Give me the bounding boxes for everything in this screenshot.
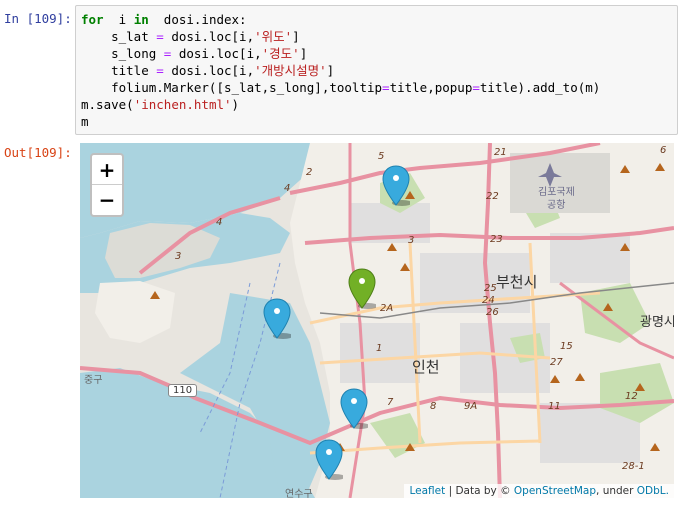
code-line: s_long = dosi.loc[i,'경도'] — [81, 46, 308, 61]
code-line: s_lat = dosi.loc[i,'위도'] — [81, 29, 300, 44]
road-number: 12 — [625, 391, 638, 402]
road-number: 21 — [494, 147, 507, 158]
code-line: m — [81, 114, 89, 129]
label-gwangmyeong: 광명시 — [640, 315, 674, 330]
code-line: m.save('inchen.html') — [81, 97, 240, 112]
attribution-sep1: | Data by © — [445, 485, 514, 497]
marker-pin-icon — [348, 268, 378, 309]
road-number: 2A — [380, 303, 394, 314]
road-number: 26 — [486, 307, 499, 318]
code-line: for i in dosi.index: — [81, 12, 247, 27]
zoom-control: + − — [90, 153, 124, 217]
label-junggu: 중구 — [84, 375, 103, 386]
road-number: 22 — [486, 191, 499, 202]
map-marker[interactable] — [340, 388, 370, 430]
road-number: 4 — [284, 183, 291, 194]
road-number: 25 — [484, 283, 497, 294]
odbl-link[interactable]: ODbL. — [637, 485, 669, 497]
road-number: 6 — [660, 145, 667, 156]
map-marker[interactable] — [263, 298, 293, 340]
leaflet-link[interactable]: Leaflet — [409, 485, 445, 497]
road-number: 3 — [175, 251, 182, 262]
map-attribution: Leaflet | Data by © OpenStreetMap, under… — [404, 484, 674, 498]
route-shield-110: 110 — [168, 384, 198, 397]
zoom-out-button[interactable]: − — [92, 185, 122, 215]
road-number: 27 — [550, 357, 563, 368]
road-number: 2 — [306, 167, 313, 178]
label-incheon: 인천 — [412, 358, 440, 376]
map-marker[interactable] — [382, 165, 412, 207]
road-number: 7 — [387, 397, 394, 408]
openstreetmap-link[interactable]: OpenStreetMap — [514, 485, 596, 497]
label-bucheon: 부천시 — [496, 273, 538, 291]
output-prompt: Out[109]: — [4, 145, 72, 160]
road-number: 3 — [408, 235, 415, 246]
road-number: 24 — [482, 295, 495, 306]
road-number: 23 — [490, 234, 503, 245]
code-line: folium.Marker([s_lat,s_long],tooltip=tit… — [81, 80, 601, 95]
folium-map[interactable]: 부천시 인천 광명시 김포국제 공항 중구 연수구 2 4 5 3 21 22 … — [80, 143, 674, 498]
map-marker[interactable] — [348, 268, 378, 310]
marker-pin-icon — [315, 439, 345, 480]
label-gimpo-airport-2: 공항 — [547, 200, 566, 211]
road-number: 11 — [548, 401, 561, 412]
map-tiles — [80, 143, 674, 498]
marker-pin-icon — [263, 298, 293, 339]
code-line: title = dosi.loc[i,'개방시설명'] — [81, 63, 335, 78]
road-number: 1 — [376, 343, 383, 354]
map-marker[interactable] — [315, 439, 345, 481]
road-number: 9A — [464, 401, 478, 412]
input-prompt: In [109]: — [4, 11, 72, 26]
road-number: 28-1 — [622, 461, 645, 472]
road-number: 15 — [560, 341, 573, 352]
road-number: 8 — [430, 401, 437, 412]
label-yeonsugu: 연수구 — [285, 489, 313, 498]
zoom-in-button[interactable]: + — [92, 155, 122, 185]
marker-pin-icon — [382, 165, 412, 206]
code-cell[interactable]: for i in dosi.index: s_lat = dosi.loc[i,… — [75, 5, 678, 135]
road-number: 4 — [216, 217, 223, 228]
attribution-sep2: , under — [596, 485, 637, 497]
road-number: 5 — [378, 151, 385, 162]
marker-pin-icon — [340, 388, 370, 429]
